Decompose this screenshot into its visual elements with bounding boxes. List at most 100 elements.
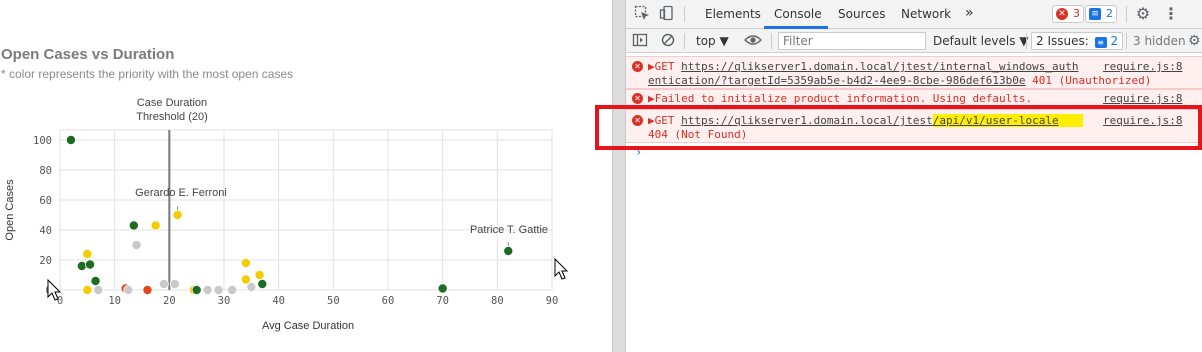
hidden-count: 3 hidden [1133,34,1186,48]
y-tick-label: 20 [39,255,52,267]
scatter-point[interactable] [227,284,238,295]
log-levels-dropdown[interactable]: Default levels ▼ [933,34,1029,48]
error-icon: ✕ [632,61,643,72]
threshold-label-line2: Threshold (20) [136,111,208,123]
more-tabs-icon[interactable]: » [965,5,974,21]
scatter-point[interactable] [202,284,213,295]
scatter-point[interactable] [90,275,101,286]
tab-sources[interactable]: Sources [838,7,885,21]
tab-network[interactable]: Network [901,7,951,21]
console-toolbar: top ▼ Filter Default levels ▼ 2 Issues: … [626,29,1202,53]
console-messages: ✕ ▶GET https://qlikserver1.domain.local/… [626,53,1202,352]
console-filter-input[interactable]: Filter [778,32,926,50]
source-link[interactable]: require.js:8 [1103,60,1182,73]
issues-icon: ≡ [1094,37,1107,48]
x-tick-label: 20 [163,295,176,307]
scatter-point[interactable] [240,257,251,268]
error-count: 3 [1073,7,1080,20]
toolbar-divider [684,33,685,49]
point-label-ferroni: Gerardo E. Ferroni [135,187,227,199]
point-label-gattie: Patrice T. Gattie [470,224,548,236]
x-tick-label: 30 [218,295,231,307]
message-text: ▶GET https://qlikserver1.domain.local/jt… [648,60,1078,73]
message-count-badge[interactable]: ≡ 2 [1085,5,1117,23]
y-tick-label: 80 [39,165,52,177]
chart-app: Open Cases vs Duration * color represent… [0,0,612,352]
scatter-point[interactable] [123,284,134,295]
error-count-badge[interactable]: ✕ 3 [1052,5,1084,23]
scatter-point[interactable] [246,281,257,292]
scatter-point[interactable] [85,259,96,270]
scatter-point[interactable] [503,245,514,256]
toolbar-divider [1126,6,1127,22]
data-points [65,134,514,295]
message-text: entication/?targetId=5359ab5e-b4d2-4ee9-… [648,74,1151,87]
x-tick-label: 10 [108,295,121,307]
message-text: ▶Failed to initialize product informatio… [648,92,1033,105]
scatter-point[interactable] [254,269,265,280]
clear-console-icon[interactable] [659,32,677,50]
mouse-cursor-icon [554,257,569,280]
axis-ticks: 0102030405060708090020406080100 [33,135,558,307]
request-url[interactable]: https://qlikserver1.domain.local/jtest/i… [681,60,1078,73]
scatter-point[interactable] [142,284,153,295]
issues-button[interactable]: 2 Issues: ≡ 2 [1031,32,1124,50]
toolbar-divider [1026,33,1027,49]
context-selector[interactable]: top ▼ [696,34,729,48]
source-link[interactable]: require.js:8 [1103,92,1182,105]
highlight-box [595,105,1202,150]
scatter-point[interactable] [82,284,93,295]
toolbar-divider [1126,33,1127,49]
x-tick-label: 40 [272,295,285,307]
x-tick-label: 90 [546,295,559,307]
scatter-point[interactable] [76,260,87,271]
issues-label: 2 Issues: [1036,34,1089,48]
panel-splitter[interactable] [612,0,626,352]
error-icon: ✕ [1056,8,1068,20]
more-options-icon[interactable]: ⋮ [1162,5,1180,23]
scatter-point[interactable] [131,239,142,250]
scatter-point[interactable] [93,284,104,295]
toolbar-divider [684,6,685,22]
message-icon: ≡ [1089,8,1101,20]
chart-grid [59,129,553,291]
scatter-point[interactable] [150,220,161,231]
live-expression-eye-icon[interactable] [744,32,762,50]
message-count: 2 [1106,7,1113,20]
x-axis-title: Avg Case Duration [262,320,354,332]
x-tick-label: 70 [436,295,449,307]
scatter-point[interactable] [172,209,183,220]
scatter-point[interactable] [82,248,93,259]
device-toolbar-icon[interactable] [658,5,676,23]
scatter-point[interactable] [213,284,224,295]
tab-elements[interactable]: Elements [705,7,761,21]
message-prefix: ▶GET [648,60,682,73]
y-tick-label: 100 [33,135,52,147]
scatter-point[interactable] [158,278,169,289]
request-url[interactable]: entication/?targetId=5359ab5e-b4d2-4ee9-… [648,74,1026,87]
scatter-point[interactable] [437,283,448,294]
issues-count: 2 [1110,34,1119,48]
threshold-label-line1: Case Duration [137,97,207,109]
x-tick-label: 0 [57,295,63,307]
x-tick-label: 80 [491,295,504,307]
point-labels: Gerardo E. Ferroni Patrice T. Gattie [135,187,548,236]
devtools-panel: Elements Console Sources Network » ✕ 3 ≡… [626,0,1202,352]
scatter-point[interactable] [257,278,268,289]
x-tick-label: 60 [382,295,395,307]
devtools-tabbar: Elements Console Sources Network » ✕ 3 ≡… [626,0,1202,29]
settings-gear-icon[interactable]: ⚙ [1134,5,1152,23]
scatter-point[interactable] [191,284,202,295]
inspect-element-icon[interactable] [633,5,651,23]
scatter-point[interactable] [169,278,180,289]
sidebar-toggle-icon[interactable] [631,32,649,50]
toolbar-divider [771,33,772,49]
tab-console[interactable]: Console [774,7,822,21]
status-text: 401 (Unauthorized) [1025,74,1152,87]
scatter-point[interactable] [65,134,76,145]
scatter-point[interactable] [128,220,139,231]
scatter-chart: Case Duration Threshold (20) 0 10 20 30 40 50… [4,97,569,332]
console-settings-gear-icon[interactable]: ⚙ [1188,32,1201,50]
x-tick-label: 50 [327,295,340,307]
console-error-message: ✕ ▶GET https://qlikserver1.domain.local/… [626,56,1202,89]
